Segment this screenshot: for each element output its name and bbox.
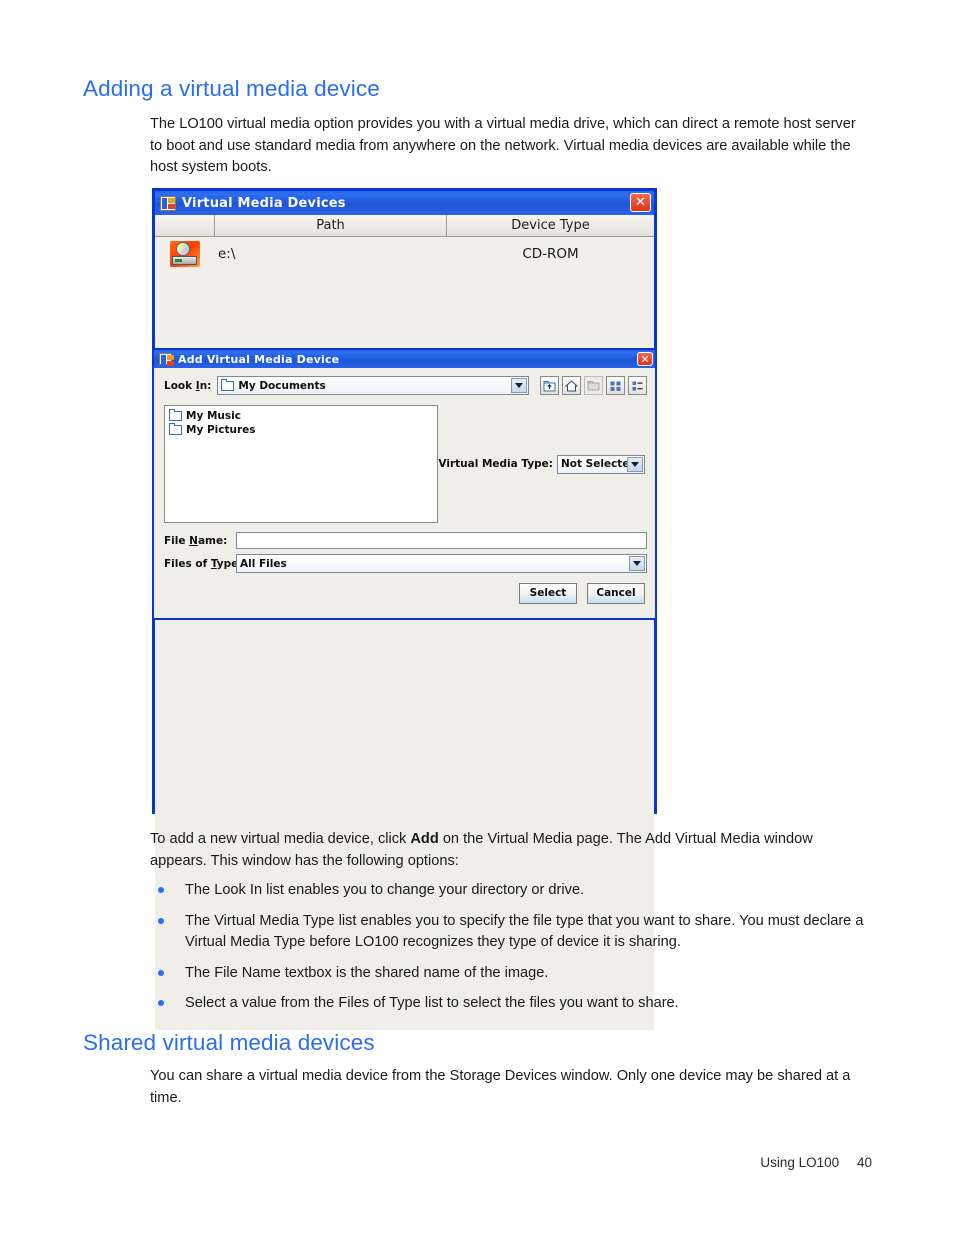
bullet-icon [158, 887, 164, 893]
file-name-label: File Name: [164, 534, 228, 547]
files-of-type-row: Files of Type: All Files [164, 554, 647, 573]
virtual-media-type-label: Virtual Media Type: [438, 458, 553, 470]
document-page: Adding a virtual media device The LO100 … [0, 0, 954, 1235]
vmd-titlebar: Virtual Media Devices ✕ [155, 191, 654, 215]
folder-icon [169, 423, 182, 435]
intro-paragraph: The LO100 virtual media option provides … [150, 116, 856, 175]
add-dialog-body: Look In: My Documents My Music My Pictur… [154, 368, 655, 618]
cdrom-icon [155, 241, 215, 267]
file-browser-area: My Music My Pictures Virtual Media Type:… [164, 405, 647, 523]
virtual-media-type-select[interactable]: Not Selected [557, 454, 645, 474]
file-list[interactable]: My Music My Pictures [164, 405, 439, 523]
cell-path: e:\ [218, 246, 236, 262]
select-button[interactable]: Select [519, 583, 577, 604]
application-icon [159, 353, 174, 366]
application-icon [160, 195, 176, 211]
virtual-media-table: Path Device Type e:\ CD-ROM [155, 215, 654, 359]
list-item-label: My Pictures [186, 424, 256, 436]
options-bullet-list: The Look In list enables you to change y… [150, 880, 880, 1024]
column-header-icon[interactable] [155, 215, 215, 236]
list-item[interactable]: My Pictures [169, 423, 433, 437]
folder-icon [169, 409, 182, 421]
list-item: The Virtual Media Type list enables you … [150, 911, 880, 954]
details-view-icon[interactable] [628, 376, 647, 395]
add-para-pre: To add a new virtual media device, click [150, 831, 411, 847]
dialog-toolbar [540, 376, 647, 395]
files-of-type-select[interactable]: All Files [236, 554, 647, 573]
add-dialog-title: Add Virtual Media Device [178, 352, 340, 366]
home-icon[interactable] [562, 376, 581, 395]
virtual-media-type-row: Virtual Media Type: Not Selected [438, 405, 647, 523]
chevron-down-icon[interactable] [511, 378, 527, 393]
close-icon[interactable]: ✕ [637, 352, 653, 366]
look-in-label: Look In: [164, 379, 212, 392]
list-item-label: The Look In list enables you to change y… [185, 882, 585, 898]
list-item[interactable]: My Music [169, 409, 433, 423]
files-of-type-label: Files of Type: [164, 557, 243, 570]
close-icon[interactable]: ✕ [630, 193, 651, 212]
add-dialog-titlebar: Add Virtual Media Device ✕ [154, 350, 655, 368]
column-header-device-type[interactable]: Device Type [447, 215, 654, 236]
shared-paragraph: You can share a virtual media device fro… [150, 1068, 851, 1106]
look-in-row: Look In: My Documents [164, 376, 647, 395]
folder-icon [221, 378, 235, 391]
file-name-input[interactable] [236, 532, 647, 549]
list-item-label: My Music [186, 410, 241, 422]
dialog-fields: File Name: Files of Type: All Files [164, 532, 647, 573]
chevron-down-icon[interactable] [629, 556, 645, 571]
list-item: Select a value from the Files of Type li… [150, 993, 880, 1015]
tiles-view-icon[interactable] [606, 376, 625, 395]
page-number: 40 [856, 1155, 872, 1170]
list-item: The Look In list enables you to change y… [150, 880, 880, 902]
bullet-icon [158, 917, 164, 924]
file-name-row: File Name: [164, 532, 647, 549]
page-footer: Using LO100 40 [0, 1155, 872, 1170]
chevron-down-icon[interactable] [627, 456, 643, 472]
table-body: e:\ CD-ROM [155, 237, 654, 358]
list-item: The File Name textbox is the shared name… [150, 963, 880, 985]
cell-device-type: CD-ROM [522, 246, 579, 262]
table-header-row: Path Device Type [155, 215, 654, 237]
cancel-button[interactable]: Cancel [587, 583, 645, 604]
column-header-path[interactable]: Path [215, 215, 447, 236]
add-para-bold: Add [410, 831, 439, 847]
page-title-adding: Adding a virtual media device [83, 76, 380, 101]
up-one-level-icon[interactable] [540, 376, 559, 395]
dialog-button-row: Select Cancel [164, 583, 647, 604]
list-item-label: The Virtual Media Type list enables you … [185, 912, 864, 951]
add-instructions-paragraph: To add a new virtual media device, click… [150, 829, 870, 872]
add-virtual-media-device-dialog: Add Virtual Media Device ✕ Look In: My D… [152, 348, 657, 620]
list-item-label: Select a value from the Files of Type li… [185, 995, 679, 1011]
bullet-icon [158, 969, 164, 976]
vmd-window-title: Virtual Media Devices [182, 195, 346, 211]
new-folder-icon [584, 376, 603, 395]
table-row[interactable]: e:\ CD-ROM [155, 237, 654, 271]
virtual-media-type-value: Not Selected [561, 458, 637, 470]
bullet-icon [158, 1000, 164, 1006]
page-title-shared: Shared virtual media devices [83, 1030, 375, 1055]
list-item-label: The File Name textbox is the shared name… [185, 964, 549, 981]
footer-label: Using LO100 [760, 1155, 840, 1170]
look-in-value: My Documents [238, 379, 326, 392]
look-in-select[interactable]: My Documents [217, 376, 529, 395]
files-of-type-value: All Files [240, 557, 287, 570]
